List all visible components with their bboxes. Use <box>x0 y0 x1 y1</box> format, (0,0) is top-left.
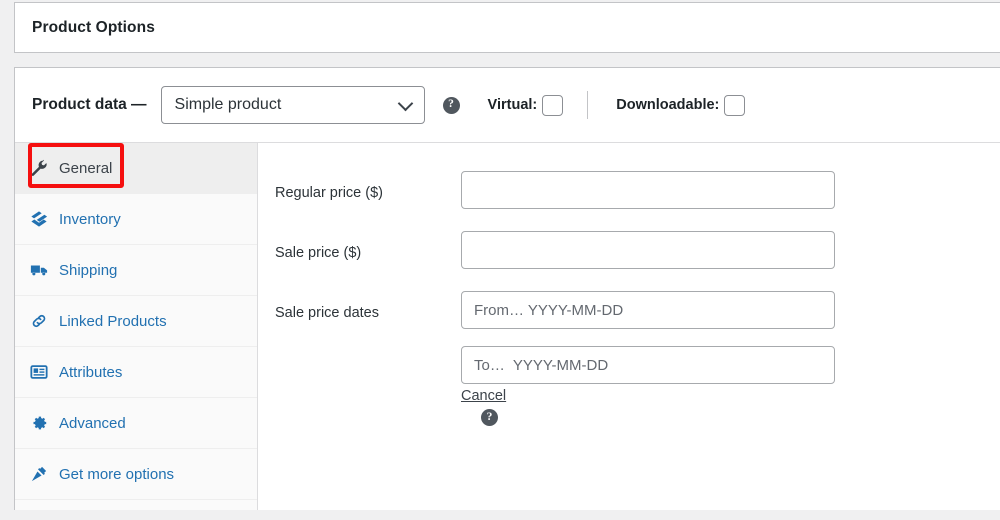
product-options-page: Product Options Product data — Simple pr… <box>0 0 1000 520</box>
product-data-label: Product data — <box>32 96 147 113</box>
downloadable-label: Downloadable: <box>616 97 720 113</box>
tab-shipping-label: Shipping <box>59 261 118 279</box>
regular-price-row: Regular price ($) <box>258 171 1000 209</box>
sale-price-label: Sale price ($) <box>275 245 362 261</box>
help-icon[interactable]: ? <box>442 96 460 114</box>
truck-icon <box>30 261 48 279</box>
sale-price-input[interactable] <box>461 231 835 269</box>
product-options-panel: Product Options <box>14 2 1000 53</box>
downloadable-checkbox[interactable] <box>724 94 746 116</box>
chevron-down-icon <box>397 95 413 112</box>
gear-icon <box>30 414 48 432</box>
product-data-body: General Inventory Shipping Linked Produc… <box>15 143 1000 510</box>
tab-get-more-options-label: Get more options <box>59 465 175 483</box>
tab-linked-products-label: Linked Products <box>59 312 167 330</box>
sale-price-date-from-input[interactable] <box>461 291 835 329</box>
product-type-value: Simple product <box>174 96 282 113</box>
virtual-label: Virtual: <box>487 97 538 113</box>
wrench-icon <box>30 159 48 177</box>
tab-get-more-options[interactable]: Get more options <box>15 449 257 500</box>
regular-price-label: Regular price ($) <box>275 185 383 201</box>
downloadable-checkbox-group: Downloadable: <box>616 94 746 116</box>
tab-advanced[interactable]: Advanced <box>15 398 257 449</box>
product-data-header: Product data — Simple product ? Virtual:… <box>15 68 1000 143</box>
regular-price-input[interactable] <box>461 171 835 209</box>
plugin-icon <box>30 465 48 483</box>
product-data-tabs: General Inventory Shipping Linked Produc… <box>15 143 258 510</box>
list-icon <box>30 363 48 381</box>
tab-advanced-label: Advanced <box>59 414 126 432</box>
tab-linked-products[interactable]: Linked Products <box>15 296 257 347</box>
link-icon <box>30 312 48 330</box>
virtual-checkbox[interactable] <box>542 94 564 116</box>
product-data-panel: Product data — Simple product ? Virtual:… <box>14 67 1000 510</box>
sale-price-dates-label: Sale price dates <box>275 305 379 321</box>
tab-general-label: General <box>59 159 113 177</box>
tab-general[interactable]: General <box>15 143 257 194</box>
sale-price-row: Sale price ($) <box>258 231 1000 269</box>
sale-price-dates-fields: Cancel ? <box>461 291 835 426</box>
cancel-sale-dates-link[interactable]: Cancel <box>461 388 506 404</box>
box-icon <box>30 210 48 228</box>
tab-attributes[interactable]: Attributes <box>15 347 257 398</box>
sale-price-date-to-input[interactable] <box>461 346 835 384</box>
sale-price-dates-row: Sale price dates Cancel ? <box>258 291 1000 426</box>
virtual-checkbox-group: Virtual: <box>487 94 564 116</box>
product-type-select[interactable]: Simple product <box>160 86 425 124</box>
tab-attributes-label: Attributes <box>59 363 123 381</box>
tab-shipping[interactable]: Shipping <box>15 245 257 296</box>
sale-dates-help-icon[interactable]: ? <box>481 409 498 426</box>
general-panel: Regular price ($) Sale price ($) Sale pr… <box>258 143 1000 510</box>
header-divider <box>587 91 589 119</box>
tab-inventory[interactable]: Inventory <box>15 194 257 245</box>
tab-inventory-label: Inventory <box>59 210 121 228</box>
page-title: Product Options <box>32 18 155 36</box>
